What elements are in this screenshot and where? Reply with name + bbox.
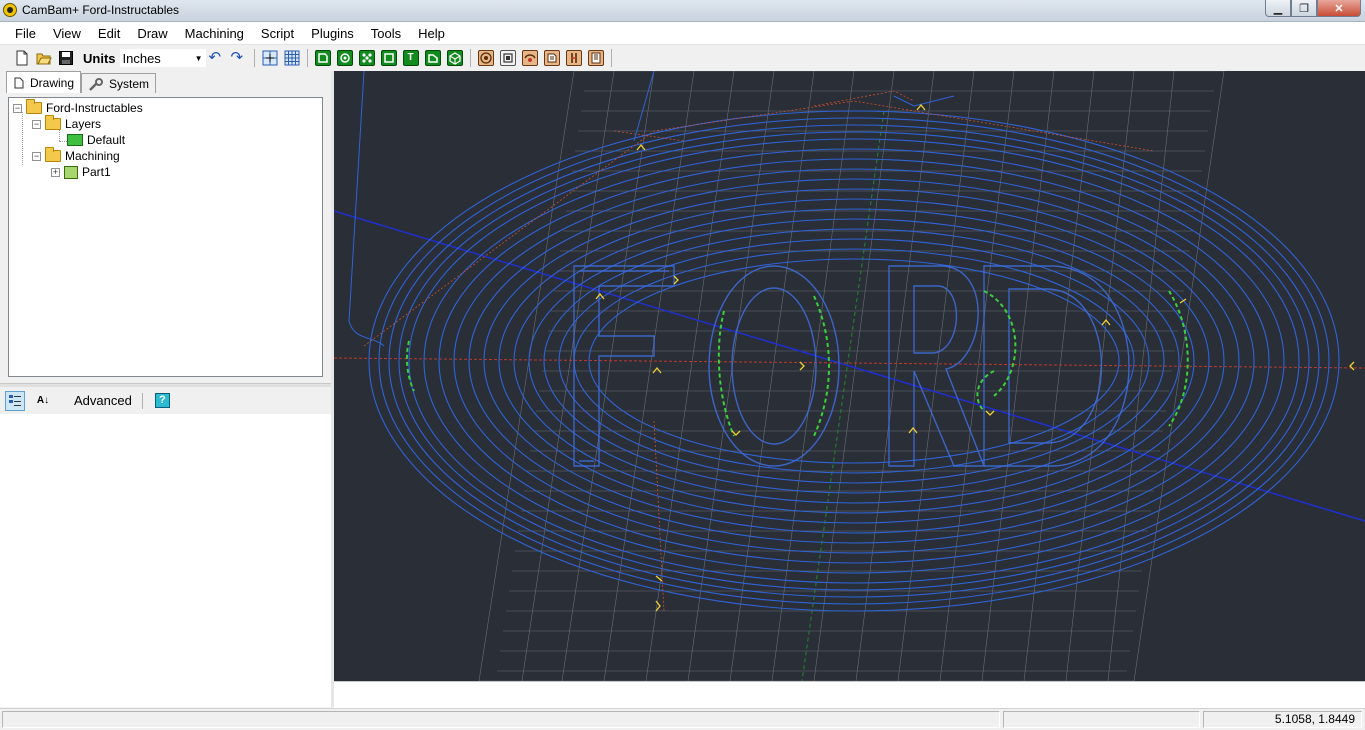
tab-system[interactable]: System (81, 73, 157, 93)
tree-root-label: Ford-Instructables (46, 101, 143, 115)
menu-view[interactable]: View (45, 26, 89, 41)
property-grid-toolbar: A↓ Advanced ? (0, 387, 331, 414)
toolbar-separator (306, 49, 308, 67)
window-controls: ▁ ❐ ✕ (1265, 0, 1361, 17)
menu-tools[interactable]: Tools (363, 26, 409, 41)
undo-icon[interactable]: ↶ (209, 50, 225, 66)
restore-button[interactable]: ❐ (1291, 0, 1317, 17)
tree-item-root[interactable]: − Ford-Instructables (13, 99, 143, 116)
status-pane-message (2, 711, 1000, 728)
menu-plugins[interactable]: Plugins (303, 26, 362, 41)
new-file-icon[interactable] (14, 50, 30, 66)
tab-system-label: System (109, 76, 150, 91)
green-toolpath-marks (405, 290, 1189, 437)
produce-gcode-icon[interactable] (543, 50, 560, 66)
tree-item-part1[interactable]: + Part1 (51, 164, 111, 180)
left-pane: Drawing System − Ford-Instructables − La… (0, 71, 331, 707)
tree-machining-label: Machining (65, 149, 120, 163)
message-area (334, 681, 1365, 708)
engrave-op-icon[interactable]: T (402, 50, 419, 66)
menu-edit[interactable]: Edit (90, 26, 128, 41)
tree-part-label: Part1 (82, 165, 111, 179)
part-icon (64, 165, 78, 179)
drawing-tree: − Ford-Instructables − Layers Default − … (8, 97, 323, 377)
drill-op-icon[interactable] (358, 50, 375, 66)
facing-op-icon[interactable] (380, 50, 397, 66)
close-button[interactable]: ✕ (1317, 0, 1361, 17)
folder-icon (45, 115, 61, 130)
toolbar-separator (253, 49, 255, 67)
drawing-viewport[interactable] (334, 71, 1365, 681)
tree-item-default-layer[interactable]: Default (67, 132, 125, 148)
tab-drawing[interactable]: Drawing (6, 71, 82, 93)
categorized-view-icon[interactable] (5, 390, 25, 411)
menu-draw[interactable]: Draw (129, 26, 175, 41)
status-bar: 5.1058, 1.8449 (0, 708, 1365, 730)
z-axis-line (801, 110, 885, 681)
tab-strip: Drawing System (6, 71, 157, 95)
collapse-icon[interactable]: − (13, 103, 22, 113)
folder-icon (45, 147, 61, 162)
units-value: Inches (122, 50, 161, 66)
toolpath-canvas (334, 71, 1365, 681)
minimize-button[interactable]: ▁ (1265, 0, 1291, 17)
show-grid-icon[interactable] (284, 50, 300, 66)
tree-layers-label: Layers (65, 117, 102, 131)
save-icon[interactable] (58, 50, 74, 66)
menu-machining[interactable]: Machining (177, 26, 252, 41)
redo-icon[interactable]: ↷ (231, 50, 247, 66)
cursor-coordinates: 5.1058, 1.8449 (1203, 711, 1362, 728)
chevron-down-icon: ▼ (194, 53, 203, 63)
tree-default-label: Default (87, 133, 126, 147)
toolbar-separator (469, 49, 471, 67)
tree-connector (22, 112, 23, 165)
wrench-icon (88, 77, 104, 91)
3d-profile-op-icon[interactable] (446, 50, 463, 66)
lathe-op-icon[interactable] (424, 50, 441, 66)
menu-script[interactable]: Script (253, 26, 302, 41)
title-bar: CamBam+ Ford-Instructables ▁ ❐ ✕ (0, 0, 1365, 22)
collapse-icon[interactable]: − (32, 151, 41, 161)
cut-widths-icon[interactable] (565, 50, 582, 66)
cambam-app-icon[interactable] (3, 3, 17, 17)
generate-toolpaths-icon[interactable] (477, 50, 494, 66)
toolbar-separator (610, 49, 612, 67)
toolbar-separator (141, 392, 143, 409)
toolpath-ellipses (368, 110, 1340, 612)
document-icon (13, 77, 25, 89)
profile-op-icon[interactable] (314, 50, 331, 66)
property-grid[interactable] (0, 414, 331, 707)
tree-item-machining[interactable]: − Machining (32, 147, 120, 164)
folder-icon (26, 99, 42, 114)
simulate-icon[interactable] (521, 50, 538, 66)
status-pane-secondary (1003, 711, 1200, 728)
alphabetical-sort-icon[interactable]: A↓ (30, 391, 56, 411)
layer-icon (67, 134, 83, 146)
post-processor-icon[interactable] (587, 50, 604, 66)
tree-item-layers[interactable]: − Layers (32, 115, 102, 132)
open-folder-icon[interactable] (36, 50, 52, 66)
snap-to-grid-icon[interactable] (262, 50, 278, 66)
menu-file[interactable]: File (7, 26, 44, 41)
advanced-toggle[interactable]: Advanced (74, 393, 132, 408)
menu-bar: File View Edit Draw Machining Script Plu… (0, 22, 1365, 45)
tab-drawing-label: Drawing (30, 75, 75, 90)
collapse-icon[interactable]: − (32, 119, 41, 129)
window-title: CamBam+ Ford-Instructables (22, 3, 180, 17)
main-toolbar: Units Inches ▼ ↶ ↷ T (0, 45, 1365, 71)
units-select[interactable]: Inches ▼ (119, 49, 206, 67)
toolpath-view-icon[interactable] (499, 50, 516, 66)
menu-help[interactable]: Help (410, 26, 453, 41)
units-label: Units (83, 50, 116, 66)
help-icon[interactable]: ? (154, 393, 170, 408)
pocket-op-icon[interactable] (336, 50, 353, 66)
expand-icon[interactable]: + (51, 167, 60, 177)
